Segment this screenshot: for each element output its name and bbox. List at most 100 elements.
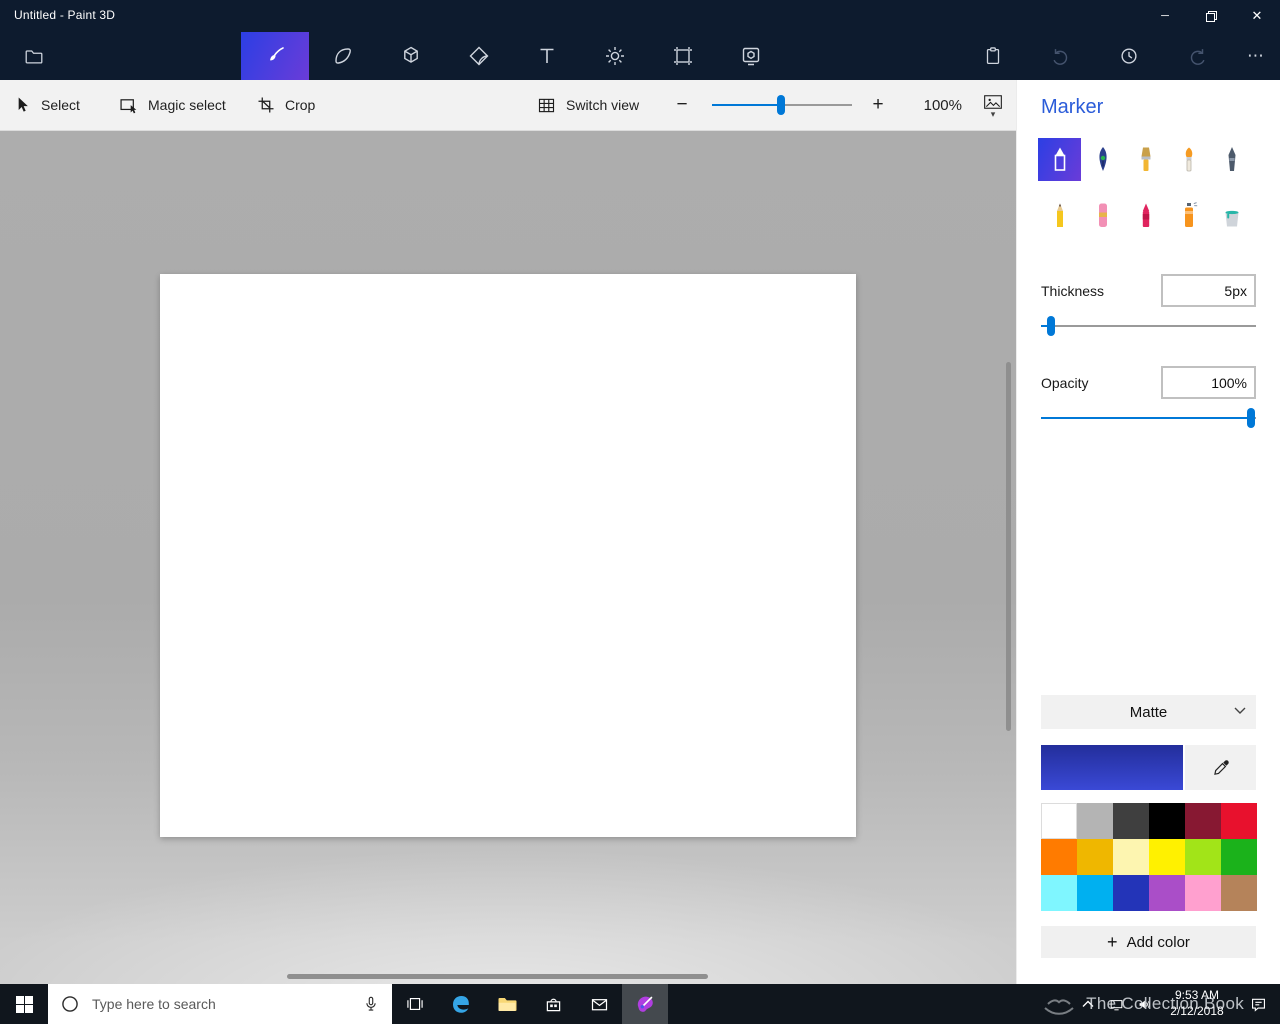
taskbar-search[interactable] bbox=[48, 984, 392, 1024]
mail-button[interactable] bbox=[576, 984, 622, 1024]
undo-button[interactable] bbox=[1027, 32, 1095, 80]
brush-fill[interactable] bbox=[1210, 194, 1253, 237]
volume-tray-icon[interactable] bbox=[1130, 984, 1158, 1024]
restore-button[interactable] bbox=[1188, 0, 1234, 32]
tool-text[interactable] bbox=[513, 32, 581, 80]
add-color-button[interactable]: + Add color bbox=[1041, 926, 1256, 958]
brush-crayon[interactable] bbox=[1124, 194, 1167, 237]
oil-brush-icon bbox=[1134, 145, 1158, 174]
hidden-icons-button[interactable] bbox=[1074, 984, 1102, 1024]
window-title: Untitled - Paint 3D bbox=[14, 8, 115, 22]
edge-button[interactable] bbox=[438, 984, 484, 1024]
tool-canvas[interactable] bbox=[649, 32, 717, 80]
close-button[interactable]: ✕ bbox=[1234, 0, 1280, 32]
palette-color-7[interactable] bbox=[1041, 839, 1077, 875]
network-tray-icon[interactable] bbox=[1102, 984, 1130, 1024]
tool-3d-shapes[interactable] bbox=[377, 32, 445, 80]
crayon-icon bbox=[1134, 201, 1158, 230]
brush-marker[interactable] bbox=[1038, 138, 1081, 181]
3d-shapes-icon bbox=[399, 44, 423, 68]
thickness-slider[interactable] bbox=[1041, 316, 1256, 336]
opacity-slider[interactable] bbox=[1041, 408, 1256, 428]
zoom-slider-fill bbox=[712, 104, 781, 106]
palette-color-2[interactable] bbox=[1077, 803, 1113, 839]
tool-brushes[interactable] bbox=[241, 32, 309, 80]
paint3d-window: Untitled - Paint 3D ─ ✕ bbox=[0, 0, 1280, 1024]
thickness-input[interactable]: 5px bbox=[1161, 274, 1256, 307]
more-button[interactable]: ⋯ bbox=[1231, 32, 1280, 80]
tool-stickers[interactable] bbox=[445, 32, 513, 80]
search-input[interactable] bbox=[90, 995, 356, 1013]
paste-button[interactable] bbox=[959, 32, 1027, 80]
text-icon bbox=[535, 44, 559, 68]
drawing-canvas[interactable] bbox=[160, 274, 856, 837]
watercolor-icon bbox=[1177, 145, 1201, 174]
switch-view-button[interactable]: Switch view bbox=[536, 80, 639, 130]
palette-color-8[interactable] bbox=[1077, 839, 1113, 875]
magic-select-button[interactable]: Magic select bbox=[118, 80, 226, 130]
palette-color-11[interactable] bbox=[1185, 839, 1221, 875]
task-view-button[interactable] bbox=[392, 984, 438, 1024]
brush-oil-brush[interactable] bbox=[1124, 138, 1167, 181]
minimize-button[interactable]: ─ bbox=[1142, 0, 1188, 32]
brush-watercolor[interactable] bbox=[1167, 138, 1210, 181]
zoom-in-button[interactable]: + bbox=[862, 80, 894, 130]
horizontal-scrollbar[interactable] bbox=[287, 974, 708, 979]
select-button[interactable]: Select bbox=[12, 80, 80, 130]
action-center-button[interactable] bbox=[1236, 984, 1280, 1024]
redo-button[interactable] bbox=[1163, 32, 1231, 80]
palette-color-1[interactable] bbox=[1041, 803, 1077, 839]
zoom-slider-thumb[interactable] bbox=[777, 95, 785, 115]
opacity-input[interactable]: 100% bbox=[1161, 366, 1256, 399]
pixel-pen-icon bbox=[1220, 145, 1244, 174]
palette-color-16[interactable] bbox=[1149, 875, 1185, 911]
brush-pixel-pen[interactable] bbox=[1210, 138, 1253, 181]
restore-icon bbox=[1206, 11, 1217, 22]
palette-color-17[interactable] bbox=[1185, 875, 1221, 911]
brush-eraser[interactable] bbox=[1081, 194, 1124, 237]
tool-2d-shapes[interactable] bbox=[309, 32, 377, 80]
palette-color-10[interactable] bbox=[1149, 839, 1185, 875]
vertical-scrollbar[interactable] bbox=[1006, 362, 1011, 731]
palette-color-13[interactable] bbox=[1041, 875, 1077, 911]
file-explorer-button[interactable] bbox=[484, 984, 530, 1024]
opacity-slider-thumb[interactable] bbox=[1247, 408, 1255, 428]
brush-grid bbox=[1038, 138, 1253, 237]
history-button[interactable] bbox=[1095, 32, 1163, 80]
brush-calligraphy-pen[interactable] bbox=[1081, 138, 1124, 181]
menu-button[interactable] bbox=[10, 32, 58, 80]
brush-pencil[interactable] bbox=[1038, 194, 1081, 237]
window-controls: ─ ✕ bbox=[1142, 0, 1280, 32]
tool-3d-library[interactable] bbox=[717, 32, 785, 80]
palette-color-5[interactable] bbox=[1185, 803, 1221, 839]
finish-dropdown[interactable]: Matte bbox=[1041, 695, 1256, 729]
system-tray: 9:53 AM 2/12/2018 bbox=[1074, 984, 1280, 1024]
palette-color-3[interactable] bbox=[1113, 803, 1149, 839]
zoom-out-button[interactable]: − bbox=[666, 80, 698, 130]
brush-spray-can[interactable] bbox=[1167, 194, 1210, 237]
chevron-down-icon bbox=[1234, 707, 1246, 715]
current-color-swatch[interactable] bbox=[1041, 745, 1183, 790]
taskbar-clock[interactable]: 9:53 AM 2/12/2018 bbox=[1158, 984, 1236, 1024]
palette-color-12[interactable] bbox=[1221, 839, 1257, 875]
3d-library-icon bbox=[739, 44, 763, 68]
fit-image-button[interactable]: ▾ bbox=[976, 80, 1010, 130]
palette-color-14[interactable] bbox=[1077, 875, 1113, 911]
tool-effects[interactable] bbox=[581, 32, 649, 80]
panel-title: Marker bbox=[1041, 96, 1103, 119]
crop-button[interactable]: Crop bbox=[256, 80, 315, 130]
palette-color-15[interactable] bbox=[1113, 875, 1149, 911]
store-button[interactable] bbox=[530, 984, 576, 1024]
eyedropper-button[interactable] bbox=[1185, 745, 1256, 790]
palette-color-6[interactable] bbox=[1221, 803, 1257, 839]
palette-color-9[interactable] bbox=[1113, 839, 1149, 875]
volume-icon bbox=[1136, 996, 1153, 1013]
palette-color-4[interactable] bbox=[1149, 803, 1185, 839]
thickness-slider-thumb[interactable] bbox=[1047, 316, 1055, 336]
zoom-out-icon: − bbox=[676, 94, 687, 116]
paint3d-taskbar-button[interactable] bbox=[622, 984, 668, 1024]
microphone-icon[interactable] bbox=[362, 995, 380, 1013]
palette-color-18[interactable] bbox=[1221, 875, 1257, 911]
start-button[interactable] bbox=[0, 984, 48, 1024]
zoom-slider[interactable] bbox=[712, 80, 852, 130]
